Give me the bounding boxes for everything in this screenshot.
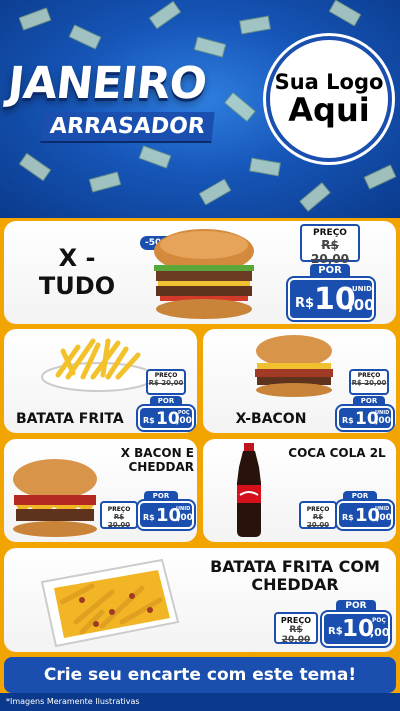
headline-subtitle: ARRASADOR <box>48 114 207 139</box>
por-label: POR <box>336 600 376 612</box>
headline-title: JANEIRO <box>5 58 209 109</box>
currency: R$ <box>342 513 354 522</box>
product-card-batata-frita[interactable]: BATATA FRITA PREÇO R$ 20,00 POR R$ 10 PO… <box>4 329 197 433</box>
product-card-batata-cheddar[interactable]: BATATA FRITA COM CHEDDAR PREÇO R$ 20,00 … <box>4 548 396 652</box>
new-price-box: R$ 10 UNID ,00 <box>337 501 393 529</box>
old-price-box: PREÇO R$ 20,00 <box>349 369 389 395</box>
old-price: R$ 20,00 <box>148 379 184 387</box>
por-label: POR <box>144 491 178 501</box>
soda-bottle-icon <box>237 443 261 537</box>
currency: R$ <box>342 416 354 425</box>
money-bill-decoration <box>224 91 256 123</box>
money-bill-decoration <box>18 7 52 31</box>
old-price: R$ 20,00 <box>306 513 330 529</box>
product-name: BATATA FRITA <box>16 411 124 427</box>
currency: R$ <box>143 416 155 425</box>
money-bill-decoration <box>138 145 172 169</box>
product-name: BATATA FRITA COM CHEDDAR <box>210 557 380 595</box>
headline-subtitle-box: ARRASADOR <box>40 112 215 141</box>
product-card-coca-cola[interactable]: COCA COLA 2L PREÇO R$ 20,00 POR R$ 10 UN… <box>203 439 396 542</box>
price-decimal: ,00 <box>177 513 193 523</box>
money-bill-decoration <box>363 164 397 190</box>
old-price-box: PREÇO R$ 20,00 <box>100 501 138 529</box>
old-price: R$ 20,00 <box>107 513 131 529</box>
money-bill-decoration <box>239 15 271 35</box>
product-card-x-tudo[interactable]: X - TUDO -50% PREÇO R$ 20,00 POR R$ 10 U… <box>4 221 396 324</box>
burger-icon <box>255 335 333 397</box>
preco-label: PREÇO <box>280 616 312 625</box>
header-banner: JANEIRO ARRASADOR Sua Logo Aqui <box>0 0 400 218</box>
currency: R$ <box>328 626 343 637</box>
preco-label: PREÇO <box>154 372 178 379</box>
old-price-box: PREÇO R$ 20,00 <box>146 369 186 395</box>
burger-icon <box>13 459 97 537</box>
price-unit: UNID <box>375 506 390 512</box>
money-bill-decoration <box>249 157 281 177</box>
money-bill-decoration <box>198 178 232 206</box>
logo-line2: Aqui <box>288 91 370 130</box>
money-bill-decoration <box>88 171 122 193</box>
por-label: POR <box>343 491 377 501</box>
fries-icon <box>41 338 155 392</box>
product-name: COCA COLA 2L <box>288 446 386 460</box>
product-card-x-bacon-cheddar[interactable]: X BACON E CHEDDAR PREÇO R$ 20,00 POR R$ … <box>4 439 197 542</box>
new-price-box: R$ 10 POÇ ,00 <box>322 612 390 646</box>
money-bill-decoration <box>299 181 331 213</box>
price-decimal: ,00 <box>176 416 192 426</box>
new-price-box: R$ 10 POÇ ,00 <box>138 406 194 430</box>
preco-label: PREÇO <box>107 506 131 513</box>
old-price: R$ 20,00 <box>351 379 387 387</box>
preco-label: PREÇO <box>313 228 347 238</box>
old-price-box: PREÇO R$ 20,00 <box>274 612 318 645</box>
old-price-box: PREÇO R$ 20,00 <box>300 224 360 266</box>
product-name: X-BACON <box>235 411 307 427</box>
price-decimal: ,00 <box>375 416 391 426</box>
disclaimer: *Imagens Meramente Ilustrativas <box>0 693 400 711</box>
product-name: X BACON E CHEDDAR <box>120 446 194 474</box>
new-price-box: R$ 10 UNID ,00 <box>288 278 375 320</box>
currency: R$ <box>295 296 315 311</box>
money-bill-decoration <box>193 36 227 58</box>
old-price-box: PREÇO R$ 20,00 <box>299 501 337 529</box>
money-bill-decoration <box>148 0 182 30</box>
preco-label: PREÇO <box>357 372 381 379</box>
money-bill-decoration <box>328 0 362 27</box>
product-card-x-bacon[interactable]: X-BACON PREÇO R$ 20,00 POR R$ 10 UNID ,0… <box>203 329 396 433</box>
cta-text: Crie seu encarte com este tema! <box>43 665 357 685</box>
price-unit: UNID <box>352 285 372 293</box>
old-price: R$ 20,00 <box>311 238 349 266</box>
new-price-box: R$ 10 UNID ,00 <box>337 406 393 430</box>
preco-label: PREÇO <box>306 506 330 513</box>
por-label: POR <box>150 396 182 406</box>
price-unit: POÇ <box>372 617 386 624</box>
cta-banner[interactable]: Crie seu encarte com este tema! <box>4 657 396 693</box>
price-decimal: ,00 <box>376 513 392 523</box>
burger-icon <box>154 229 254 319</box>
currency: R$ <box>143 513 155 522</box>
por-label: POR <box>310 264 350 278</box>
price-decimal: ,00 <box>348 296 375 314</box>
product-name: X - TUDO <box>38 244 116 300</box>
money-bill-decoration <box>18 152 52 182</box>
new-price-box: R$ 10 UNID ,00 <box>138 501 194 529</box>
money-bill-decoration <box>68 24 102 50</box>
fries-cheddar-icon <box>40 558 180 648</box>
price-unit: UNID <box>176 506 191 512</box>
price-decimal: ,00 <box>370 626 390 639</box>
logo-placeholder[interactable]: Sua Logo Aqui <box>266 36 392 162</box>
old-price: R$ 20,00 <box>281 625 311 645</box>
por-label: POR <box>353 396 385 406</box>
